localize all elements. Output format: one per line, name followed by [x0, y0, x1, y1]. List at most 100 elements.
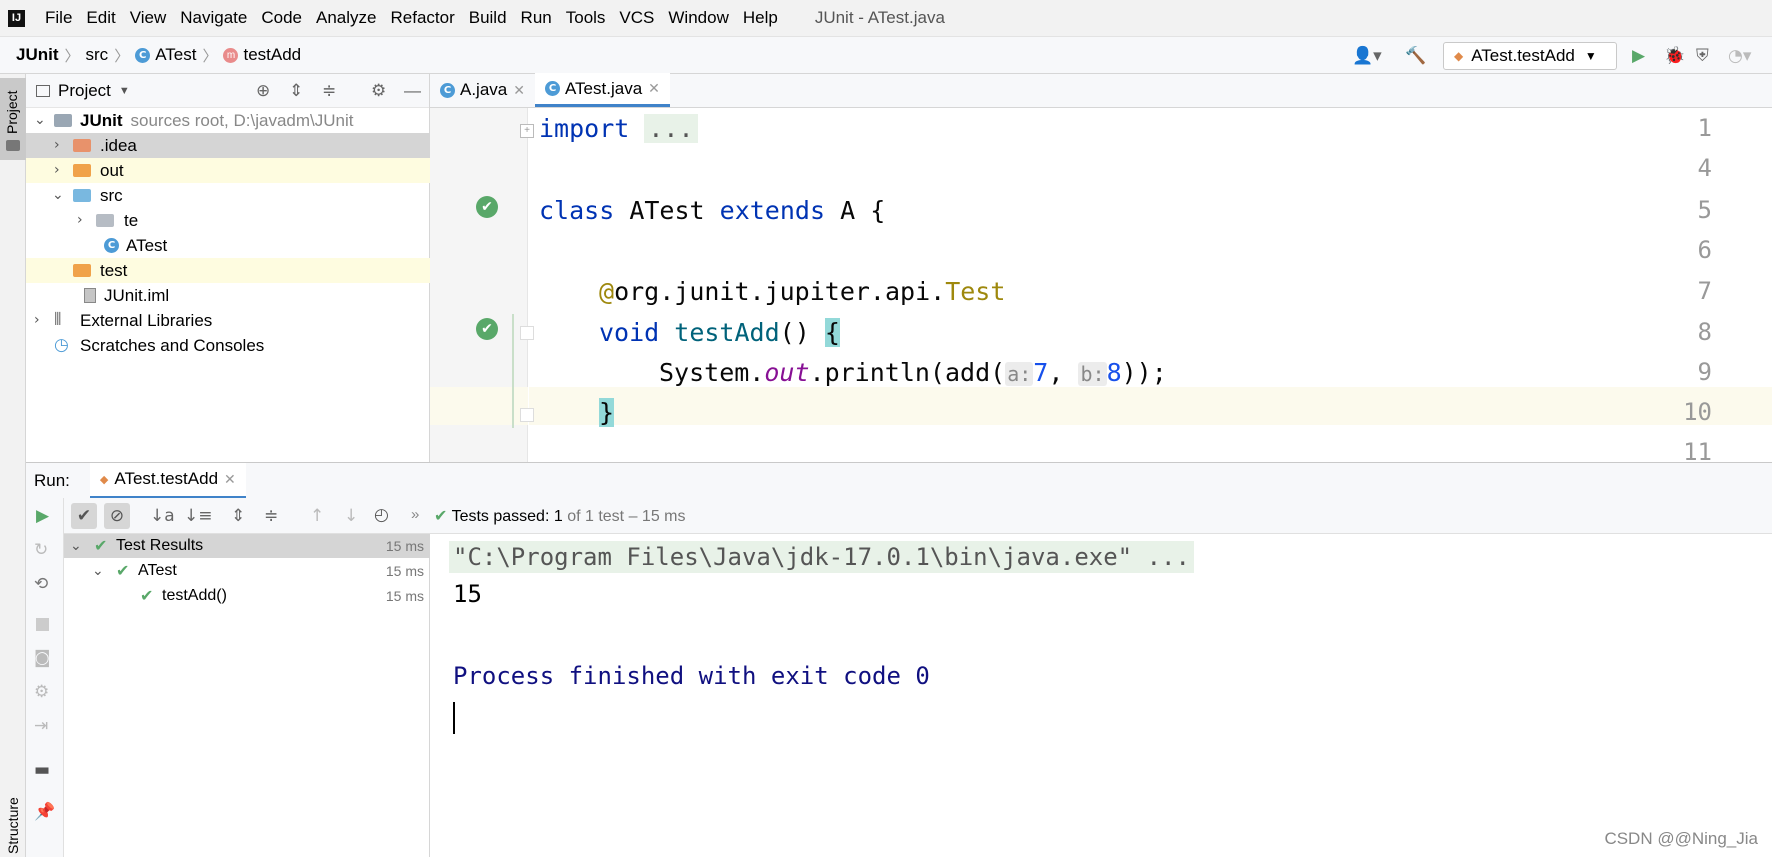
run-configuration-select[interactable]: ◆ ATest.testAdd ▼: [1443, 42, 1617, 70]
chevron-right-icon: ›: [54, 137, 60, 153]
menu-tools[interactable]: Tools: [559, 8, 613, 28]
fold-icon[interactable]: +: [520, 124, 534, 138]
tree-item-atest[interactable]: C ATest: [26, 233, 430, 258]
menu-vcs[interactable]: VCS: [612, 8, 661, 28]
menu-code[interactable]: Code: [254, 8, 309, 28]
tree-item-junit-root[interactable]: ⌄ JUnit sources root, D:\javadm\JUnit: [26, 108, 430, 133]
minimize-icon[interactable]: —: [404, 81, 421, 101]
camera-icon[interactable]: ◙: [34, 648, 51, 668]
show-ignored-icon[interactable]: ⊘: [104, 503, 130, 529]
method-icon: m: [223, 47, 239, 63]
text-cursor: [453, 702, 455, 734]
code-line-5: class ATest extends A {: [539, 196, 886, 225]
console-command-line: "C:\Program Files\Java\jdk-17.0.1\bin\ja…: [449, 541, 1194, 573]
collapse-all-icon[interactable]: ≑: [322, 81, 336, 101]
tab-atest-java[interactable]: C ATest.java ✕: [534, 73, 670, 107]
profile-icon[interactable]: ◔▾: [1728, 46, 1751, 66]
code-line-7: @org.junit.jupiter.api.Test: [599, 277, 1006, 306]
menu-build[interactable]: Build: [462, 8, 514, 28]
tree-item-test[interactable]: test: [26, 258, 430, 283]
test-status: ✔ Tests passed: 1 of 1 test – 15 ms: [434, 506, 686, 525]
console-output[interactable]: "C:\Program Files\Java\jdk-17.0.1\bin\ja…: [431, 534, 1772, 857]
sort-alpha-icon[interactable]: ↓a: [150, 506, 175, 526]
close-icon[interactable]: ✕: [513, 82, 525, 99]
chevron-down-icon: ⌄: [34, 112, 46, 128]
breadcrumb: JUnit 〉 src 〉 C ATest 〉 m testAdd: [0, 45, 301, 66]
gear-icon[interactable]: ⚙: [371, 81, 386, 101]
close-icon[interactable]: ✕: [224, 471, 236, 488]
menu-view[interactable]: View: [123, 8, 174, 28]
passed-icon: ✔: [94, 536, 108, 555]
breadcrumb-project[interactable]: JUnit: [16, 45, 59, 65]
tree-item-external-libraries[interactable]: › ⦀ External Libraries: [26, 308, 430, 333]
run-test-gutter-icon[interactable]: ✔: [476, 318, 498, 340]
class-icon: C: [104, 238, 119, 253]
user-icon[interactable]: 👤▾: [1352, 46, 1382, 66]
sort-duration-icon[interactable]: ↓≡: [184, 506, 213, 526]
menu-run[interactable]: Run: [514, 8, 559, 28]
run-tab[interactable]: ◆ ATest.testAdd ✕: [89, 462, 246, 499]
rerun-failed-icon[interactable]: ↻: [34, 540, 48, 560]
more-icon[interactable]: »: [411, 506, 419, 523]
watermark: CSDN @@Ning_Jia: [1604, 829, 1758, 848]
tree-item-out[interactable]: › out: [26, 158, 430, 183]
class-icon: C: [440, 82, 455, 98]
coverage-icon[interactable]: ⛨: [1696, 46, 1709, 66]
chevron-down-icon[interactable]: ▼: [119, 85, 130, 97]
settings-icon[interactable]: ⚙: [34, 682, 49, 702]
expand-all-icon[interactable]: ⇕: [231, 506, 245, 526]
tree-item-te[interactable]: › te: [26, 208, 430, 233]
collapse-all-icon[interactable]: ≑: [264, 506, 278, 526]
line-number: 5: [1697, 196, 1712, 224]
tree-item-junit-iml[interactable]: JUnit.iml: [26, 283, 430, 308]
run-tool-window-header: Run: ◆ ATest.testAdd ✕: [26, 462, 1772, 499]
exit-icon[interactable]: ⇥: [34, 716, 48, 736]
menu-navigate[interactable]: Navigate: [173, 8, 254, 28]
run-test-gutter-icon[interactable]: ✔: [476, 196, 498, 218]
menu-window[interactable]: Window: [661, 8, 735, 28]
project-view-select[interactable]: Project: [58, 81, 111, 101]
structure-tool-tab[interactable]: Structure: [0, 770, 26, 857]
folded-imports[interactable]: ...: [644, 114, 698, 143]
stop-icon[interactable]: [36, 618, 49, 631]
breadcrumb-method[interactable]: m testAdd: [223, 45, 301, 65]
pin-icon[interactable]: 📌: [34, 802, 55, 822]
menu-analyze[interactable]: Analyze: [309, 8, 383, 28]
next-failed-icon[interactable]: ↓: [344, 506, 358, 526]
test-node-class[interactable]: ⌄ ✔ ATest 15 ms: [64, 559, 430, 583]
run-icon[interactable]: ▶: [1632, 46, 1645, 66]
expand-all-icon[interactable]: ⇕: [289, 81, 303, 101]
debug-icon[interactable]: 🐞: [1664, 46, 1685, 66]
menu-help[interactable]: Help: [736, 8, 785, 28]
menu-file[interactable]: File: [38, 8, 79, 28]
build-hammer-icon[interactable]: 🔨: [1405, 46, 1426, 66]
param-hint: b:: [1078, 362, 1107, 386]
close-icon[interactable]: ✕: [648, 80, 660, 97]
tree-item-scratches[interactable]: ◷ Scratches and Consoles: [26, 333, 430, 358]
left-tool-strip: [0, 74, 26, 857]
layout-icon[interactable]: ▬: [34, 760, 50, 780]
rerun-icon[interactable]: ▶: [36, 506, 49, 526]
history-icon[interactable]: ◴: [374, 505, 389, 525]
menu-refactor[interactable]: Refactor: [383, 8, 461, 28]
scratches-icon: ◷: [54, 335, 69, 355]
breadcrumb-src[interactable]: src: [86, 45, 109, 65]
previous-failed-icon[interactable]: ↑: [310, 506, 324, 526]
menu-edit[interactable]: Edit: [79, 8, 122, 28]
line-number: 7: [1697, 277, 1712, 305]
chevron-down-icon: ⌄: [92, 563, 104, 579]
tab-a-java[interactable]: C A.java ✕: [430, 73, 535, 107]
breadcrumb-class[interactable]: C ATest: [135, 45, 196, 65]
project-tool-tab[interactable]: Project: [0, 78, 26, 160]
code-line-8: void testAdd() {: [599, 318, 840, 347]
fold-icon[interactable]: [520, 326, 534, 340]
tree-item-idea[interactable]: › .idea: [26, 133, 430, 158]
test-node-method[interactable]: ✔ testAdd() 15 ms: [64, 584, 430, 608]
toggle-autotest-icon[interactable]: ⟲: [34, 574, 48, 594]
test-node-results[interactable]: ⌄ ✔ Test Results 15 ms: [64, 534, 430, 558]
locate-icon[interactable]: ⊕: [256, 81, 270, 101]
tree-item-src[interactable]: ⌄ src: [26, 183, 430, 208]
show-passed-icon[interactable]: ✔: [71, 503, 97, 529]
line-number: 1: [1697, 114, 1712, 142]
fold-icon[interactable]: [520, 408, 534, 422]
